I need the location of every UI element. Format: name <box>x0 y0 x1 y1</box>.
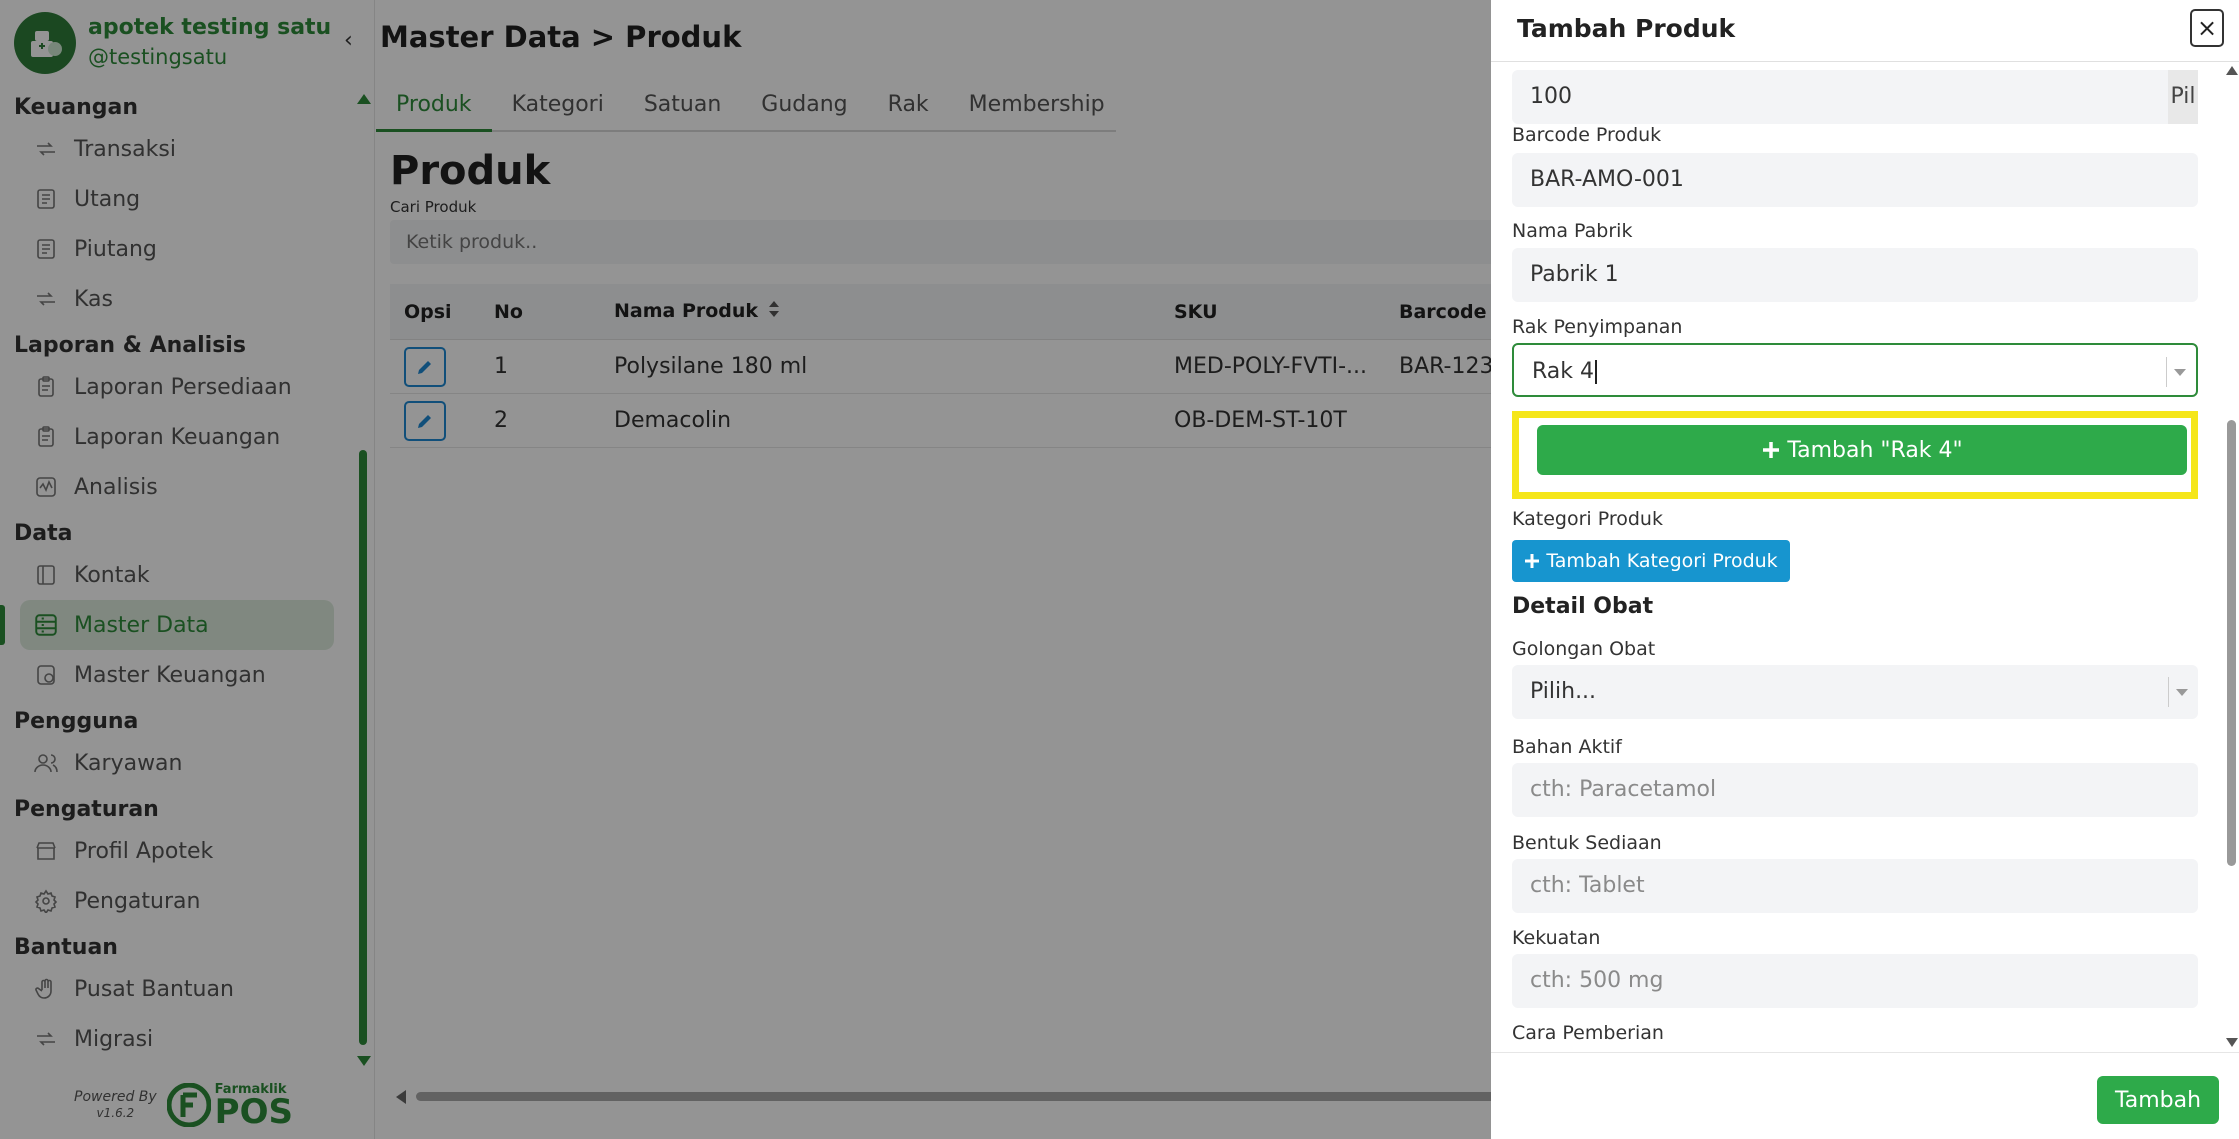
kekuatan-input[interactable]: cth: 500 mg <box>1512 954 2198 1008</box>
scroll-up-icon[interactable] <box>2226 66 2238 75</box>
add-product-panel: Tambah Produk × 100 Pil Barcode Produk B… <box>1491 0 2239 1139</box>
pabrik-input[interactable]: Pabrik 1 <box>1512 248 2198 302</box>
chevron-down-icon[interactable] <box>2166 357 2192 387</box>
text-cursor <box>1595 360 1598 384</box>
detail-obat-heading: Detail Obat <box>1512 594 1654 619</box>
modal-title: Tambah Produk <box>1517 14 1736 43</box>
modal-backdrop[interactable] <box>0 0 1491 1139</box>
golongan-select[interactable]: Pilih... <box>1512 665 2198 719</box>
golongan-value: Pilih... <box>1530 679 1597 704</box>
golongan-label: Golongan Obat <box>1512 638 1656 660</box>
bentuk-label: Bentuk Sediaan <box>1512 832 1662 854</box>
bentuk-input[interactable]: cth: Tablet <box>1512 859 2198 913</box>
modal-header: Tambah Produk × <box>1491 0 2239 62</box>
barcode-label: Barcode Produk <box>1512 124 1662 146</box>
rak-value: Rak 4 <box>1532 359 1595 384</box>
rak-label: Rak Penyimpanan <box>1512 316 1683 338</box>
modal-footer: Tambah <box>1491 1052 2239 1139</box>
kategori-label: Kategori Produk <box>1512 508 1663 530</box>
scroll-down-icon[interactable] <box>2226 1038 2238 1047</box>
add-rak-button[interactable]: Tambah "Rak 4" <box>1537 425 2187 475</box>
close-button[interactable]: × <box>2190 9 2224 47</box>
quantity-value: 100 <box>1530 84 1572 109</box>
barcode-input[interactable]: BAR-AMO-001 <box>1512 153 2198 207</box>
cara-label: Cara Pemberian <box>1512 1022 1664 1044</box>
modal-body: 100 Pil Barcode Produk BAR-AMO-001 Nama … <box>1491 62 2239 1052</box>
rak-select[interactable]: Rak 4 <box>1512 343 2198 397</box>
add-category-button[interactable]: Tambah Kategori Produk <box>1512 540 1790 582</box>
bahan-label: Bahan Aktif <box>1512 736 1622 758</box>
scrollbar-thumb[interactable] <box>2227 420 2236 866</box>
bahan-input[interactable]: cth: Paracetamol <box>1512 763 2198 817</box>
add-category-label: Tambah Kategori Produk <box>1546 550 1778 572</box>
highlight-box: Tambah "Rak 4" <box>1512 411 2198 499</box>
pabrik-label: Nama Pabrik <box>1512 220 1633 242</box>
modal-scrollbar[interactable] <box>2224 62 2238 1052</box>
plus-icon <box>1763 442 1780 458</box>
chevron-down-icon[interactable] <box>2168 677 2194 707</box>
unit-suffix: Pil <box>2168 70 2198 124</box>
submit-button[interactable]: Tambah <box>2097 1076 2219 1124</box>
plus-icon <box>1525 554 1540 568</box>
quantity-input[interactable]: 100 Pil <box>1512 70 2198 124</box>
kekuatan-label: Kekuatan <box>1512 927 1601 949</box>
add-rak-label: Tambah "Rak 4" <box>1787 437 1963 463</box>
